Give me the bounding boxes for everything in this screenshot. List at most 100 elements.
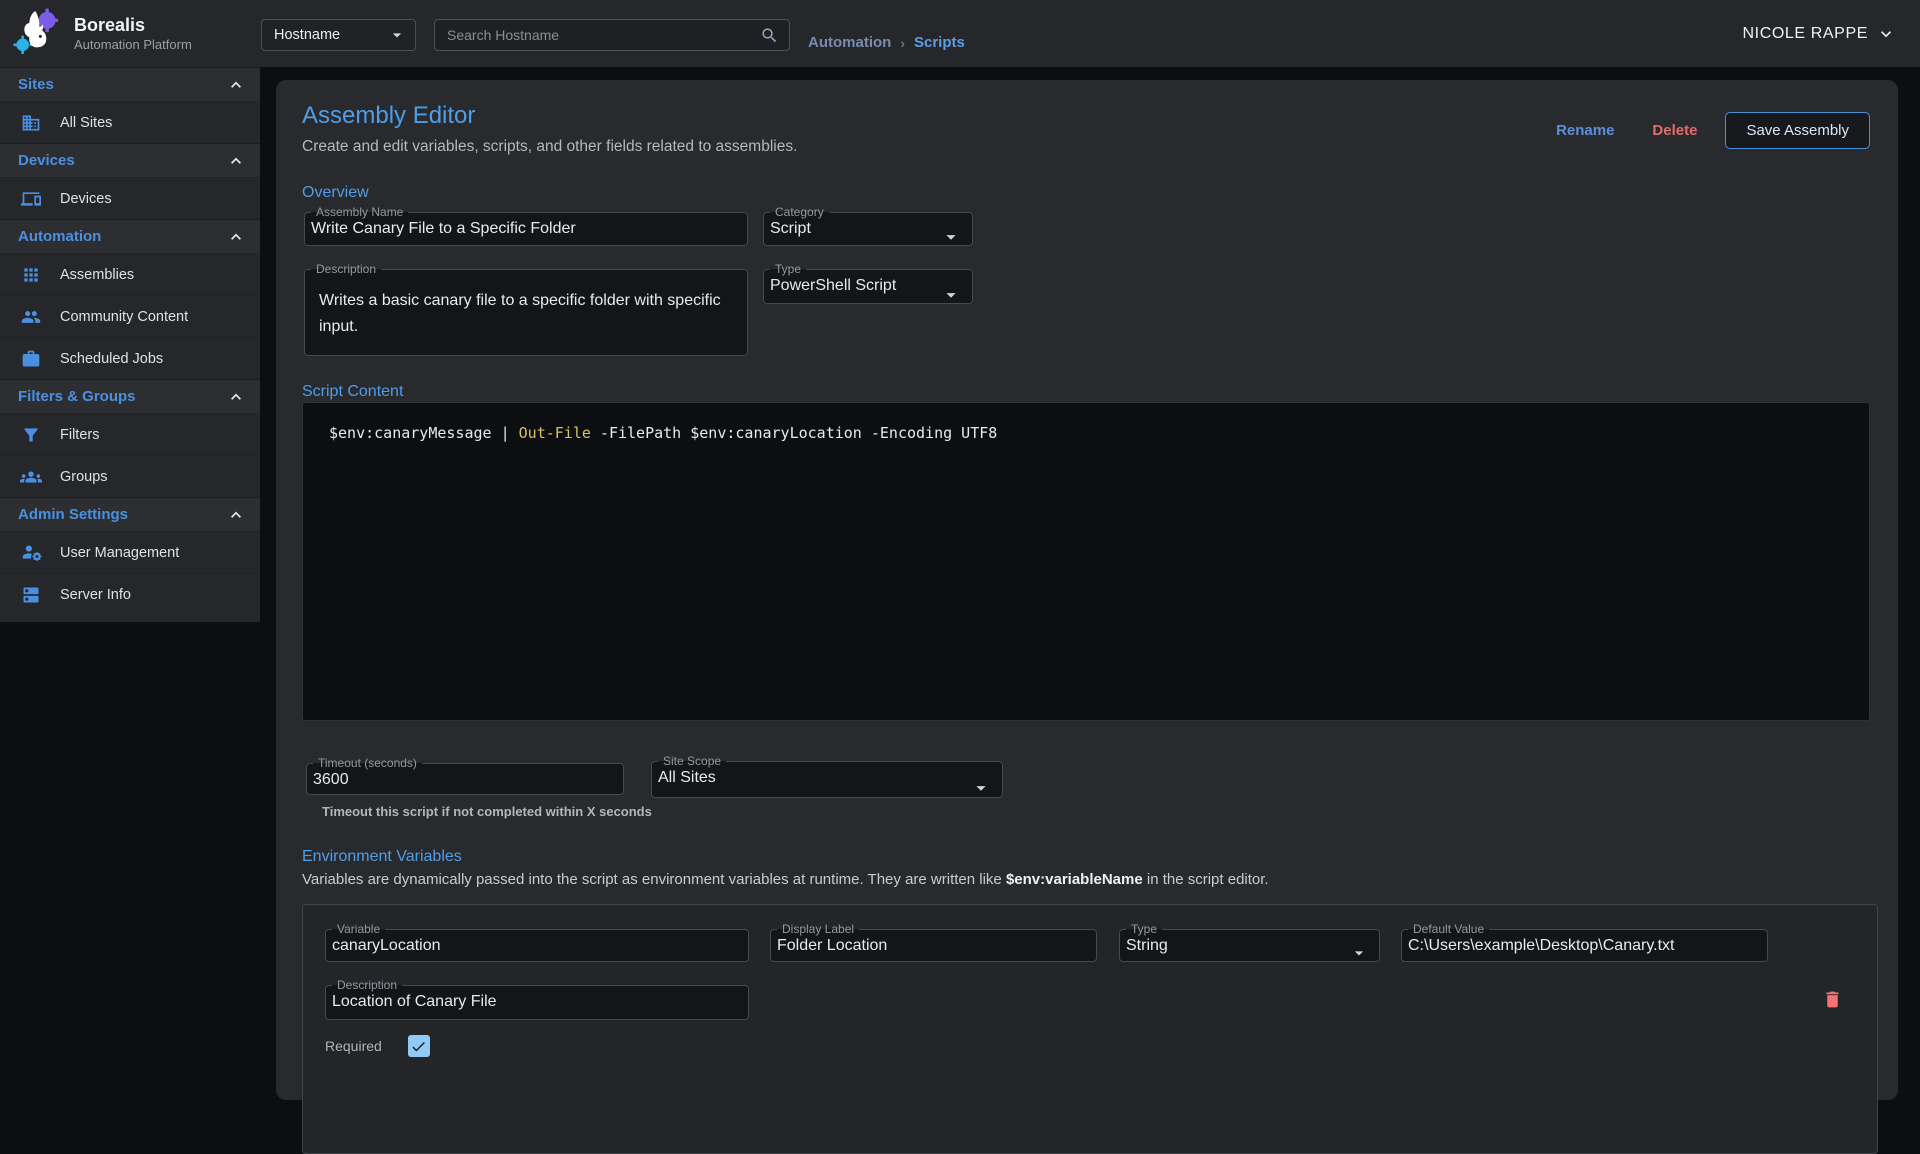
briefcase-icon	[20, 349, 42, 369]
devices-icon	[20, 189, 42, 209]
page-subtitle: Create and edit variables, scripts, and …	[302, 138, 797, 156]
assembly-name-value: Write Canary File to a Specific Folder	[305, 219, 747, 238]
sidebar-section-admin-settings[interactable]: Admin Settings	[0, 497, 260, 531]
code-token: $env:canaryMessage |	[329, 424, 519, 442]
assembly-name-label: Assembly Name	[311, 206, 408, 219]
chevron-up-icon	[226, 151, 246, 171]
display-label-label: Display Label	[777, 923, 859, 936]
page-title: Assembly Editor	[302, 102, 475, 130]
sidebar-item-filters[interactable]: Filters	[0, 413, 260, 455]
sidebar-item-all-sites[interactable]: All Sites	[0, 101, 260, 143]
delete-button[interactable]: Delete	[1642, 114, 1707, 147]
description-value: Writes a basic canary file to a specific…	[305, 276, 747, 339]
type-select[interactable]: Type PowerShell Script	[763, 263, 973, 304]
env-desc-text: in the script editor.	[1143, 871, 1269, 888]
building-icon	[20, 113, 42, 133]
variable-description-field[interactable]: Description Location of Canary File	[325, 979, 749, 1020]
sidebar-item-user-management[interactable]: User Management	[0, 531, 260, 573]
chevron-up-icon	[226, 505, 246, 525]
variable-field[interactable]: Variable canaryLocation	[325, 923, 749, 962]
script-code-line: $env:canaryMessage | Out-File -FilePath …	[303, 403, 1869, 463]
breadcrumb-scripts[interactable]: Scripts	[914, 34, 965, 51]
sidebar-item-label: Community Content	[60, 309, 188, 325]
description-field[interactable]: Description Writes a basic canary file t…	[304, 263, 748, 356]
sidebar-item-label: All Sites	[60, 115, 112, 131]
chevron-up-icon	[226, 75, 246, 95]
variable-description-label: Description	[332, 979, 402, 992]
section-label: Admin Settings	[18, 506, 226, 523]
timeout-helper-text: Timeout this script if not completed wit…	[322, 804, 652, 819]
environment-variables-heading: Environment Variables	[302, 848, 462, 866]
variable-description-value: Location of Canary File	[326, 992, 748, 1011]
variable-type-select[interactable]: Type String	[1119, 923, 1380, 962]
brand-tagline: Automation Platform	[74, 37, 192, 52]
user-menu[interactable]: NICOLE RAPPE	[1743, 0, 1896, 67]
description-label: Description	[311, 263, 381, 276]
sidebar-item-label: Assemblies	[60, 267, 134, 283]
sidebar-item-scheduled-jobs[interactable]: Scheduled Jobs	[0, 337, 260, 379]
site-scope-value: All Sites	[652, 768, 1002, 787]
timeout-field[interactable]: Timeout (seconds) 3600	[306, 757, 624, 795]
chevron-up-icon	[226, 387, 246, 407]
required-label: Required	[325, 1038, 382, 1054]
sidebar-item-assemblies[interactable]: Assemblies	[0, 253, 260, 295]
filter-funnel-icon	[20, 425, 42, 445]
sidebar-item-label: User Management	[60, 545, 179, 561]
search-icon	[760, 26, 779, 45]
script-editor[interactable]: $env:canaryMessage | Out-File -FilePath …	[302, 402, 1870, 721]
script-content-heading: Script Content	[302, 383, 403, 401]
delete-variable-button[interactable]	[1822, 989, 1843, 1010]
display-label-field[interactable]: Display Label Folder Location	[770, 923, 1097, 962]
caret-down-icon	[970, 777, 992, 799]
caret-down-icon	[940, 284, 962, 305]
site-scope-select[interactable]: Site Scope All Sites	[651, 755, 1003, 798]
timeout-label: Timeout (seconds)	[313, 757, 422, 770]
category-select[interactable]: Category Script	[763, 206, 973, 246]
sidebar-item-server-info[interactable]: Server Info	[0, 573, 260, 615]
save-assembly-button[interactable]: Save Assembly	[1725, 112, 1870, 149]
sidebar-section-automation[interactable]: Automation	[0, 219, 260, 253]
code-token: -FilePath $env:canaryLocation -Encoding …	[591, 424, 997, 442]
default-value-field[interactable]: Default Value C:\Users\example\Desktop\C…	[1401, 923, 1768, 962]
section-label: Filters & Groups	[18, 388, 226, 405]
required-checkbox[interactable]	[408, 1035, 430, 1057]
server-icon	[20, 585, 42, 605]
hostname-select[interactable]: Hostname	[261, 19, 416, 51]
environment-variable-row: Variable canaryLocation Display Label Fo…	[302, 904, 1878, 1154]
default-value-label: Default Value	[1408, 923, 1489, 936]
section-label: Automation	[18, 228, 226, 245]
check-icon	[410, 1038, 427, 1055]
search-input[interactable]	[447, 27, 760, 43]
type-label: Type	[770, 263, 806, 276]
breadcrumb-automation[interactable]: Automation	[808, 34, 891, 51]
environment-variables-description: Variables are dynamically passed into th…	[302, 871, 1269, 888]
apps-grid-icon	[20, 265, 42, 285]
sidebar-item-label: Devices	[60, 191, 112, 207]
sidebar-item-label: Filters	[60, 427, 99, 443]
sidebar-item-label: Scheduled Jobs	[60, 351, 163, 367]
sidebar-section-sites[interactable]: Sites	[0, 67, 260, 101]
variable-value: canaryLocation	[326, 936, 748, 955]
section-label: Devices	[18, 152, 226, 169]
user-gear-icon	[20, 542, 42, 563]
variable-type-label: Type	[1126, 923, 1162, 936]
user-name: NICOLE RAPPE	[1743, 25, 1868, 43]
sidebar: Sites All Sites Devices Devices Automati…	[0, 67, 260, 622]
env-desc-text: Variables are dynamically passed into th…	[302, 871, 1006, 888]
chevron-down-icon	[1876, 24, 1896, 44]
category-label: Category	[770, 206, 829, 219]
borealis-logo	[10, 6, 64, 60]
env-desc-variable-name: $env:variableName	[1006, 871, 1143, 888]
brand: Borealis Automation Platform	[10, 6, 192, 60]
sidebar-item-groups[interactable]: Groups	[0, 455, 260, 497]
sidebar-item-devices[interactable]: Devices	[0, 177, 260, 219]
variable-label: Variable	[332, 923, 385, 936]
sidebar-section-filters-groups[interactable]: Filters & Groups	[0, 379, 260, 413]
search-box[interactable]	[434, 19, 790, 51]
rename-button[interactable]: Rename	[1546, 114, 1624, 147]
hostname-select-value: Hostname	[274, 27, 387, 43]
assembly-name-field[interactable]: Assembly Name Write Canary File to a Spe…	[304, 206, 748, 246]
sidebar-section-devices[interactable]: Devices	[0, 143, 260, 177]
sidebar-item-community-content[interactable]: Community Content	[0, 295, 260, 337]
editor-actions: Rename Delete Save Assembly	[1546, 112, 1870, 149]
